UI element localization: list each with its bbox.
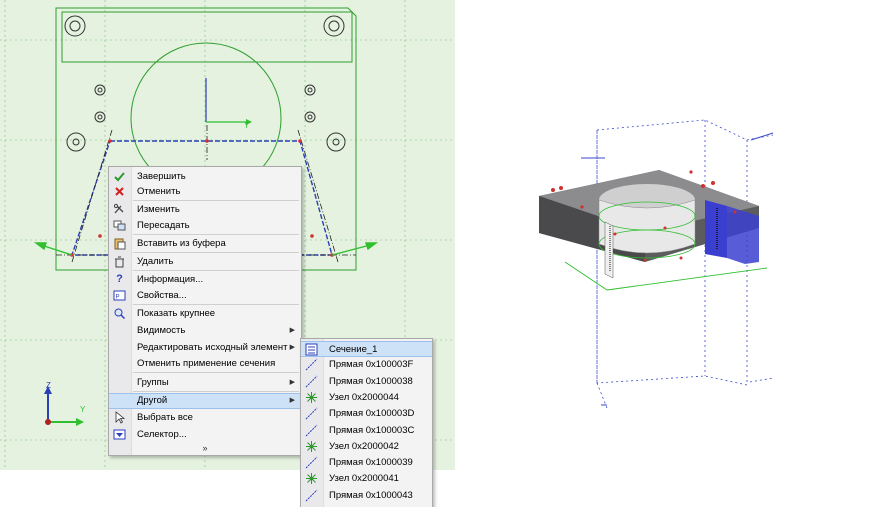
context-menu[interactable]: Завершить Отменить Изменить Пересадать В… (108, 166, 302, 456)
zoom-icon (114, 308, 126, 320)
node-icon (306, 473, 317, 485)
submenu-other[interactable]: Сечение_1 Прямая 0x100003F Прямая 0x1000… (300, 338, 433, 507)
submenu-item-node[interactable]: Узел 0x2000044 (301, 390, 432, 406)
submenu-item-line[interactable]: Прямая 0x1000038 (301, 374, 432, 390)
menu-item-other[interactable]: Другой ▶ (109, 393, 301, 409)
menu-separator (133, 304, 299, 305)
submenu-arrow-icon: ▶ (289, 344, 295, 351)
node-icon (306, 440, 317, 452)
menu-item-groups[interactable]: Группы ▶ (109, 375, 301, 390)
menu-item-info[interactable]: ? Информация... (109, 272, 301, 287)
node-icon (306, 391, 317, 403)
part-body[interactable] (539, 170, 759, 279)
submenu-arrow-icon: ▶ (289, 379, 295, 386)
submenu-arrow-icon: ▶ (289, 327, 295, 334)
help-icon: ? (116, 273, 123, 285)
menu-item-visibility[interactable]: Видимость ▶ (109, 323, 301, 338)
properties-icon: P (113, 290, 126, 301)
menu-separator (133, 270, 299, 271)
menu-item-cancel[interactable]: Отменить (109, 184, 301, 199)
menu-item-finish[interactable]: Завершить (109, 169, 301, 184)
menu-separator (133, 372, 299, 373)
delete-icon (115, 256, 124, 268)
menu-item-edit-source[interactable]: Редактировать исходный элемент ▶ (109, 340, 301, 355)
menu-item-select-all[interactable]: Выбрать все (109, 410, 301, 425)
check-icon (114, 172, 125, 182)
menu-separator (133, 234, 299, 235)
menu-separator (133, 200, 299, 201)
line-icon (305, 358, 318, 371)
submenu-item-line[interactable]: Прямая 0x100003C (301, 423, 432, 439)
cancel-icon (115, 187, 124, 196)
menu-expand-chevron-icon[interactable]: » (109, 443, 301, 453)
menu-item-edit[interactable]: Изменить (109, 202, 301, 217)
reassign-icon (113, 220, 126, 231)
menu-item-delete[interactable]: Удалить (109, 254, 301, 269)
triad-z-label: Z (46, 381, 51, 390)
submenu-item-line[interactable]: Прямая 0x1000039 (301, 455, 432, 471)
local-axis-y-label: Y (244, 121, 250, 130)
section-icon (305, 343, 318, 356)
menu-item-reassign[interactable]: Пересадать (109, 218, 301, 233)
select-all-icon (115, 411, 126, 424)
svg-text:P: P (116, 295, 120, 301)
3d-model-canvas[interactable] (455, 0, 869, 506)
line-icon (305, 407, 318, 420)
coordinate-triad (44, 386, 84, 426)
3d-viewport[interactable] (455, 0, 869, 506)
submenu-item-line[interactable]: Прямая 0x1000043 (301, 488, 432, 504)
selector-icon (113, 429, 126, 440)
submenu-item-line[interactable]: Прямая 0x100003F (301, 357, 432, 373)
submenu-item-node[interactable]: Узел 0x2000041 (301, 471, 432, 487)
menu-separator (133, 252, 299, 253)
menu-separator (133, 391, 299, 392)
menu-item-zoom[interactable]: Показать крупнее (109, 306, 301, 321)
line-icon (305, 424, 318, 436)
section-bounding-box (596, 119, 774, 409)
menu-item-cancel-section[interactable]: Отменить применение сечения (109, 356, 301, 371)
local-axes (205, 78, 252, 125)
line-icon (305, 375, 318, 387)
line-icon (305, 489, 318, 502)
section-plane (564, 261, 768, 291)
menu-item-paste[interactable]: Вставить из буфера (109, 236, 301, 251)
menu-item-selector[interactable]: Селектор... (109, 427, 301, 442)
submenu-item-line[interactable]: Прямая 0x100003D (301, 406, 432, 422)
paste-icon (114, 238, 126, 250)
submenu-item-node[interactable]: Узел 0x2000042 (301, 439, 432, 455)
line-icon (305, 456, 318, 469)
edit-icon (113, 203, 124, 214)
menu-item-properties[interactable]: P Свойства... (109, 288, 301, 303)
triad-y-label: Y (80, 405, 86, 414)
submenu-arrow-icon: ▶ (289, 397, 295, 404)
submenu-item-section[interactable]: Сечение_1 (301, 341, 432, 358)
